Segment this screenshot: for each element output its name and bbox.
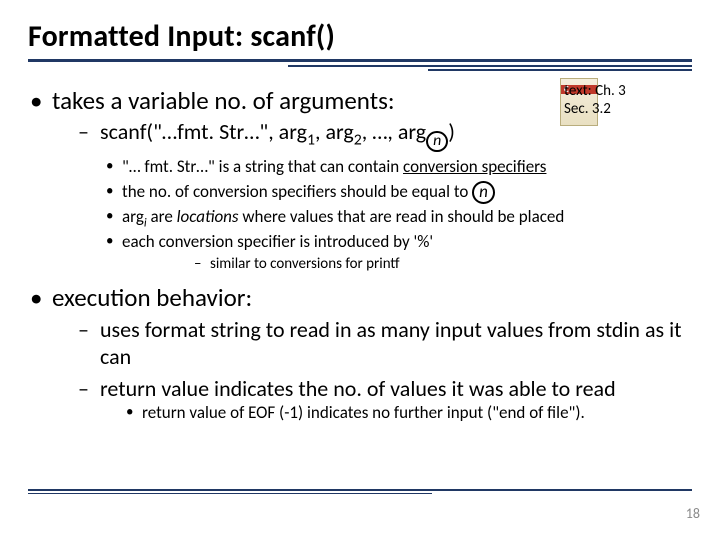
bullet-takes-args: takes a variable no. of arguments: scanf… [28,85,692,274]
slide-title: Formatted Input: scanf() [28,18,692,55]
title-underline [28,59,692,71]
bullet-takes-args-text: takes a variable no. of arguments: [52,85,395,116]
point-percent: each conversion specifier is introduced … [104,231,692,274]
slide-body: takes a variable no. of arguments: scanf… [28,85,692,425]
slide: Formatted Input: scanf() C text: Ch. 3 S… [0,0,720,540]
point-args-locations: argi are locations where values that are… [104,206,692,229]
bullet-execution-behavior: execution behavior: uses format string t… [28,282,692,425]
page-number: 18 [686,505,700,522]
point-eof: return value of EOF (-1) indicates no fu… [124,402,692,425]
point-reads-stdin: uses format string to read in as many in… [76,316,692,371]
point-conversion-specifiers: "… fmt. Str…" is a string that can conta… [104,156,692,179]
point-similar-printf: similar to conversions for printf [192,254,692,274]
subscript-n-circled: n [426,131,448,153]
bullet-execution-text: execution behavior: [52,282,252,313]
line-scanf-signature: scanf("…fmt. Str…", arg1, arg2, …, argn) [76,118,692,152]
point-return-value: return value indicates the no. of values… [76,375,692,425]
n-circled: n [472,181,495,204]
point-count-equals-n: the no. of conversion specifiers should … [104,181,692,204]
footer-underline [28,489,692,494]
